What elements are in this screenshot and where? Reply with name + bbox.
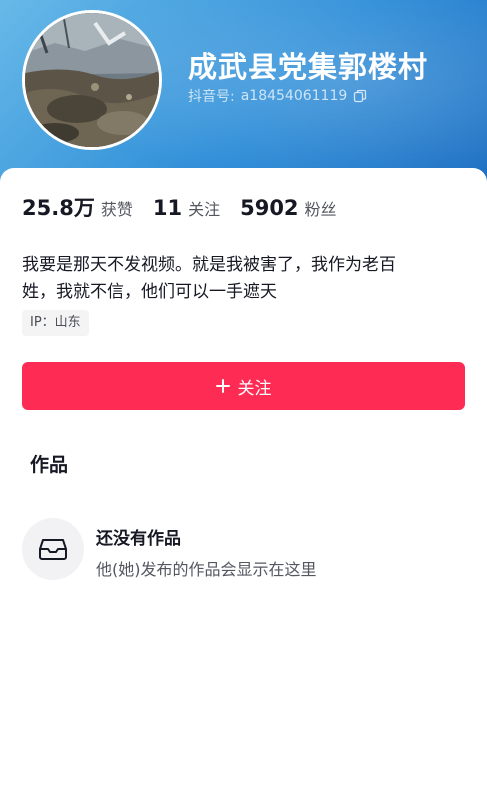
stats-row: 25.8万 获赞 11 关注 5902 粉丝 — [22, 192, 357, 222]
stat-following[interactable]: 11 关注 — [153, 196, 220, 220]
stat-followers[interactable]: 5902 粉丝 — [240, 196, 336, 220]
follow-button[interactable]: 关注 — [22, 362, 465, 410]
empty-state-icon-wrap — [22, 518, 84, 580]
works-section-title: 作品 — [30, 454, 69, 476]
account-id-row: 抖音号: a18454061119 — [188, 86, 367, 106]
stat-value: 25.8万 — [22, 196, 95, 220]
inbox-tray-icon — [39, 539, 67, 560]
stat-label: 关注 — [188, 200, 221, 219]
stat-label: 粉丝 — [304, 200, 337, 219]
copy-icon[interactable] — [353, 89, 367, 103]
ip-location-tag: IP：山东 — [22, 310, 89, 336]
account-id: a18454061119 — [240, 88, 348, 104]
bio-line: 我要是那天不发视频。就是我被害了，我作为老百 — [22, 255, 396, 275]
bio-text: 我要是那天不发视频。就是我被害了，我作为老百 姓，我就不信，他们可以一手遮天 — [22, 252, 462, 306]
plus-icon — [215, 379, 230, 393]
nickname: 成武县党集郭楼村 — [188, 50, 429, 84]
account-label: 抖音号: — [188, 89, 235, 105]
stat-likes[interactable]: 25.8万 获赞 — [22, 192, 133, 222]
stat-value: 5902 — [240, 196, 299, 220]
empty-state-title: 还没有作品 — [96, 529, 181, 549]
avatar-photo — [25, 13, 159, 147]
follow-button-label: 关注 — [237, 378, 272, 399]
stat-label: 获赞 — [100, 200, 133, 219]
profile-card: 25.8万 获赞 11 关注 5902 粉丝 我要是那天不发视频。就是我被害了，… — [0, 168, 487, 800]
empty-state-description: 他(她)发布的作品会显示在这里 — [96, 560, 317, 579]
bio-line: 姓，我就不信，他们可以一手遮天 — [22, 282, 277, 302]
stat-value: 11 — [152, 196, 183, 220]
avatar[interactable] — [22, 10, 162, 150]
